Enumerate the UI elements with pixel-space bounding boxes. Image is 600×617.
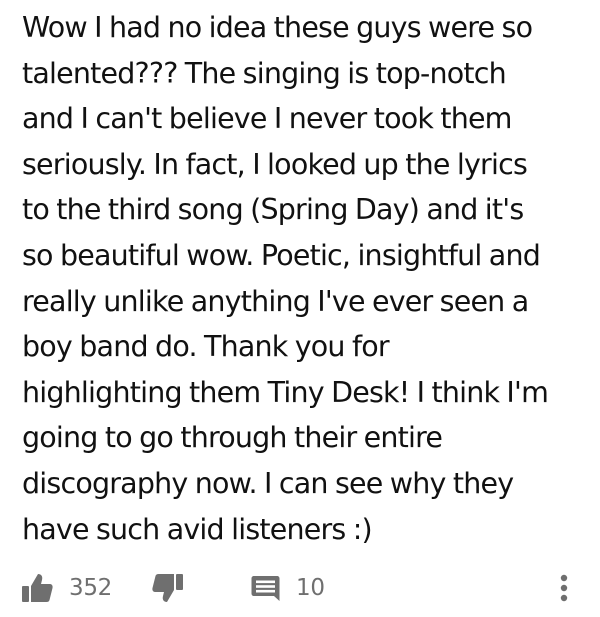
comment-line: so beautiful wow. Poetic, insightful and [22,238,541,272]
thumbs-down-icon [151,571,185,605]
comment-line: have such avid listeners :) [22,512,373,546]
like-button[interactable]: 352 [20,568,112,608]
dislike-button[interactable] [151,568,185,608]
thumbs-up-icon [20,571,54,605]
comment-line: talented??? The singing is top-notch [22,56,507,90]
comment-line: discography now. I can see why they [22,466,514,500]
reply-button[interactable]: 10 [248,568,325,608]
comment-icon [248,571,282,605]
comment-line: Wow I had no idea these guys were so [22,11,533,44]
comment-line: really unlike anything I've ever seen a [22,284,529,318]
more-options-button[interactable] [552,568,576,608]
comment-action-bar: 352 10 [20,568,585,608]
comment-line: highlighting them Tiny Desk! I think I'm [22,375,549,409]
reply-count: 10 [296,575,325,601]
comment-line: boy band do. Thank you for [22,330,390,364]
like-count: 352 [69,575,112,601]
comment-line: seriously. In fact, I looked up the lyri… [22,147,528,181]
comment-line: going to go through their entire [22,421,443,455]
comment-line: and I can't believe I never took them [22,102,512,136]
comment-text: Wow I had no idea these guys were so tal… [22,5,582,552]
comment-line: to the third song (Spring Day) and it's [22,193,524,227]
comment: Wow I had no idea these guys were so tal… [20,0,585,617]
more-vertical-icon [559,571,569,605]
